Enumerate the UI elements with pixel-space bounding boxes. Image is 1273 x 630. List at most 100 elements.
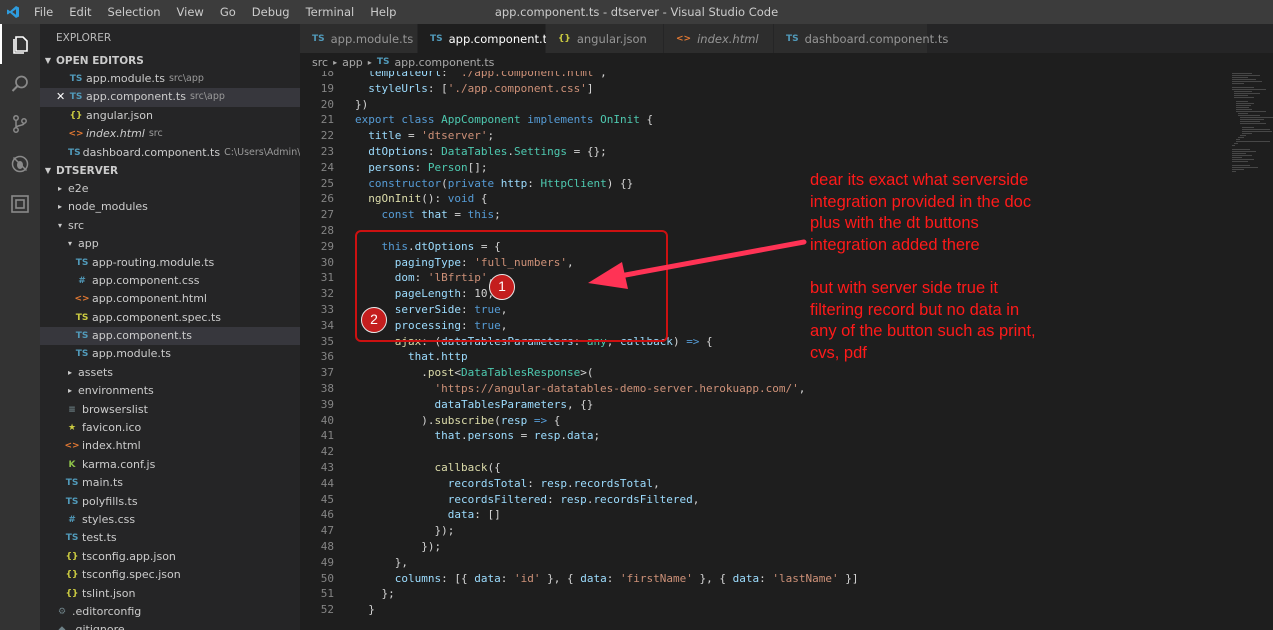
open-editor-item[interactable]: TSdashboard.component.tsC:\Users\Admin\D…	[40, 144, 300, 162]
close-icon[interactable]: ✕	[56, 88, 65, 106]
source-control-icon[interactable]	[0, 104, 40, 144]
code-token: :	[527, 476, 541, 490]
open-editor-item[interactable]: ✕ TS app.component.ts src\app	[40, 88, 300, 107]
code-token: data	[580, 571, 607, 585]
line-code: });	[355, 539, 441, 555]
tree-file[interactable]: TS polyfills.ts	[40, 493, 300, 511]
code-token: <	[454, 366, 461, 380]
code-token: {	[547, 413, 561, 427]
file-icon: TS	[75, 331, 89, 342]
tree-folder[interactable]: ▸ environments	[40, 382, 300, 400]
tab-angular-json[interactable]: {} angular.json	[546, 24, 664, 53]
tree-file[interactable]: {} tsconfig.spec.json	[40, 566, 300, 584]
code-line: 44 recordsTotal: resp.recordsTotal,	[300, 476, 1230, 492]
tree-file[interactable]: ≡ browserslist	[40, 401, 300, 419]
file-icon: TS	[68, 147, 81, 158]
tree-file[interactable]: {} tslint.json	[40, 585, 300, 603]
project-header[interactable]: ▼ DTSERVER	[40, 162, 300, 180]
annotation-text-line: integration provided in the doc	[810, 192, 1032, 211]
tree-file[interactable]: # styles.css	[40, 511, 300, 529]
file-name: assets	[78, 365, 114, 379]
code-token: 'id'	[513, 571, 541, 585]
breadcrumb-item[interactable]: src	[312, 56, 328, 69]
code-token: http	[441, 350, 468, 364]
tree-folder[interactable]: ▸ e2e	[40, 180, 300, 198]
line-number: 30	[320, 255, 334, 269]
menu-item-view[interactable]: View	[169, 0, 212, 24]
tree-file[interactable]: ⚙ .editorconfig	[40, 603, 300, 621]
code-line: 25 constructor(private http: HttpClient)…	[300, 176, 1230, 192]
menu-item-debug[interactable]: Debug	[244, 0, 298, 24]
tree-file[interactable]: Kkarma.conf.js	[40, 456, 300, 474]
debug-icon[interactable]	[0, 144, 40, 184]
tree-file[interactable]: ◆.gitignore	[40, 621, 300, 630]
tree-file[interactable]: {} tsconfig.app.json	[40, 548, 300, 566]
tab-index-html[interactable]: <> index.html	[664, 24, 774, 53]
code-token: constructor	[368, 176, 442, 190]
line-number: 51	[320, 587, 334, 601]
menu-item-go[interactable]: Go	[212, 0, 244, 24]
tab-app-module-ts[interactable]: TS app.module.ts	[300, 24, 418, 53]
tab-label: angular.json	[576, 31, 647, 46]
code-token: private	[447, 176, 495, 190]
file-name: app.component.css	[92, 273, 200, 287]
code-line: 39 dataTablesParameters, {}	[300, 397, 1230, 413]
code-token: resp	[560, 492, 587, 506]
tree-file[interactable]: # app.component.css	[40, 272, 300, 290]
menu-item-edit[interactable]: Edit	[61, 0, 99, 24]
files-icon[interactable]	[0, 24, 40, 64]
tree-file[interactable]: <> index.html	[40, 437, 300, 455]
breadcrumb-item[interactable]: app.component.ts	[394, 56, 494, 69]
code-token: that	[407, 350, 435, 364]
tree-folder[interactable]: ▾ app	[40, 235, 300, 253]
menu-item-terminal[interactable]: Terminal	[298, 0, 363, 24]
tree-folder[interactable]: ▸ node_modules	[40, 198, 300, 216]
line-number: 40	[320, 413, 334, 427]
tree-file[interactable]: TS app.module.ts	[40, 345, 300, 363]
file-path: src\app	[189, 91, 225, 103]
tab-app-component-ts[interactable]: TSapp.component.ts✕	[418, 24, 572, 53]
tree-file[interactable]: TS test.ts	[40, 529, 300, 547]
line-code: columns: [{ data: 'id' }, { data: 'first…	[355, 571, 859, 587]
breadcrumb-item[interactable]: app	[342, 56, 363, 69]
code-token: recordsTotal	[573, 476, 654, 490]
tree-file[interactable]: TS app.component.ts	[40, 327, 300, 346]
code-line: 51 };	[300, 586, 1230, 602]
tree-file[interactable]: TS app-routing.module.ts	[40, 254, 300, 272]
tree-folder[interactable]: ▸ assets	[40, 364, 300, 382]
menu-item-file[interactable]: File	[26, 0, 61, 24]
open-editor-item[interactable]: {} angular.json	[40, 107, 300, 125]
tree-file[interactable]: <> app.component.html	[40, 290, 300, 308]
code-token: ,	[600, 71, 607, 79]
line-number: 21	[320, 113, 334, 127]
extensions-icon[interactable]	[0, 184, 40, 224]
menu-item-help[interactable]: Help	[362, 0, 404, 24]
line-code: };	[355, 586, 394, 602]
minimap[interactable]	[1230, 71, 1273, 630]
minimap-preview	[1232, 73, 1273, 172]
code-line: 27 const that = this;	[300, 207, 1230, 223]
tree-folder[interactable]: ▾ src	[40, 217, 300, 235]
line-code: }	[355, 602, 375, 618]
tab-dashboard-component-ts[interactable]: TS dashboard.component.ts	[774, 24, 948, 53]
annotation-text-line: dear its exact what serverside	[810, 171, 1029, 189]
line-code: ngOnInit(): void {	[355, 191, 487, 207]
code-editor[interactable]: 18 templateUrl: './app.component.html', 1…	[300, 71, 1230, 630]
file-name: e2e	[68, 181, 89, 195]
open-editor-item[interactable]: TS app.module.ts src\app	[40, 70, 300, 88]
code-token: const	[381, 208, 415, 222]
search-icon[interactable]	[0, 64, 40, 104]
open-editors-header[interactable]: ▼ OPEN EDITORS	[40, 52, 300, 70]
code-token: 'dtserver'	[421, 129, 488, 143]
tree-file[interactable]: TS main.ts	[40, 474, 300, 492]
tree-file[interactable]: TS app.component.spec.ts	[40, 309, 300, 327]
menu-item-selection[interactable]: Selection	[100, 0, 169, 24]
code-token: Person	[427, 160, 468, 174]
code-token: :	[500, 571, 514, 585]
open-editor-item[interactable]: <> index.html src	[40, 125, 300, 143]
tree-file[interactable]: ★ favicon.ico	[40, 419, 300, 437]
